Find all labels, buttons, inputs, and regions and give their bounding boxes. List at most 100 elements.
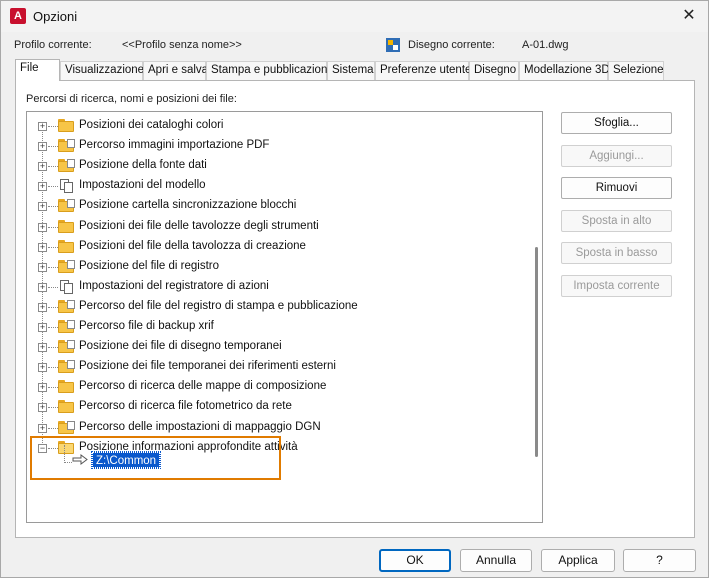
tree-item[interactable]: + Posizione della fonte dati [27, 156, 532, 176]
expand-icon[interactable]: + [38, 383, 47, 393]
current-drawing-value: A-01.dwg [522, 39, 569, 51]
tree-item[interactable]: + Posizioni dei file delle tavolozze degl… [27, 217, 532, 237]
expand-icon[interactable]: + [38, 403, 47, 413]
child-connector-tick [64, 462, 72, 463]
tree-connector [48, 246, 58, 248]
tree-item-label: Percorso di ricerca file fotometrico da … [79, 400, 292, 413]
tab-selezione[interactable]: Selezione [608, 61, 664, 80]
tree-connector [48, 286, 58, 288]
expand-icon[interactable]: + [38, 242, 47, 252]
tree-connector [48, 146, 58, 148]
apply-button[interactable]: Applica [541, 549, 615, 572]
folder-icon [58, 119, 74, 132]
folder-icon [58, 400, 74, 414]
tab-sistema[interactable]: Sistema [327, 61, 375, 80]
tree-connector [48, 347, 58, 349]
tree-item[interactable]: + Percorso di ricerca delle mappe di comp… [27, 377, 532, 397]
folder-icon [58, 380, 74, 394]
scrollbar-thumb[interactable] [535, 247, 538, 457]
folder-file-icon [58, 139, 75, 153]
expand-icon[interactable]: + [38, 302, 47, 312]
tree-item[interactable]: + Posizioni del file della tavolozza di c… [27, 237, 532, 257]
tab-modellazione-3d[interactable]: Modellazione 3D [519, 61, 610, 80]
add-button[interactable]: Aggiungi... [561, 145, 672, 167]
expand-icon[interactable]: + [38, 202, 47, 212]
tree-item-label: Impostazioni del registratore di azioni [79, 279, 269, 292]
cancel-button[interactable]: Annulla [460, 549, 532, 572]
close-button[interactable]: ✕ [678, 5, 700, 27]
drawing-file-icon [386, 38, 400, 52]
tree-item[interactable]: + Posizione cartella sincronizzazione blo… [27, 196, 532, 216]
folder-file-icon [58, 420, 75, 434]
tree-item[interactable]: + Percorso immagini importazione PDF [27, 136, 532, 156]
window-title: Opzioni [33, 9, 78, 24]
tree-item-label: Posizione dei file di disegno temporanei [79, 340, 282, 353]
expand-icon[interactable]: + [38, 222, 47, 232]
tree-connector [48, 327, 58, 328]
tree-item-label: Impostazioni del modello [79, 179, 206, 192]
folder-icon [58, 219, 74, 233]
move-up-button[interactable]: Sposta in alto [561, 210, 672, 232]
tab-preferenze-utente[interactable]: Preferenze utente [375, 61, 471, 80]
tree-item-label: Posizioni del file della tavolozza di cr… [79, 239, 306, 252]
expand-icon[interactable]: + [38, 182, 47, 192]
tab-visualizzazione[interactable]: Visualizzazione [60, 61, 144, 80]
tree-item[interactable]: + Posizioni dei cataloghi colori [27, 116, 532, 136]
tree-item-label: Posizioni dei file delle tavolozze degli… [79, 219, 319, 232]
autocad-app-icon: A [10, 8, 26, 24]
tree-item[interactable]: + Impostazioni del registratore di azioni [27, 277, 532, 297]
tree-connector [48, 266, 58, 268]
tree-scrollbar[interactable] [532, 112, 542, 522]
ok-button[interactable]: OK [379, 549, 451, 572]
tree-item-label: Posizione del file di registro [79, 259, 219, 272]
remove-button[interactable]: Rimuovi [561, 177, 672, 199]
tree-item[interactable]: + Percorso file di backup xrif [27, 317, 532, 337]
settings-icon [58, 279, 74, 295]
tree-connector [48, 206, 58, 208]
tree-item[interactable]: + Posizione dei file di disegno temporane… [27, 337, 532, 357]
move-down-button[interactable]: Sposta in basso [561, 242, 672, 264]
current-profile-value: <<Profilo senza nome>> [122, 39, 242, 51]
settings-icon [58, 178, 74, 194]
expand-icon[interactable]: + [38, 363, 47, 373]
tab-disegno[interactable]: Disegno [469, 61, 519, 80]
expand-icon[interactable]: + [38, 423, 47, 433]
tree-item[interactable]: + Percorso di ricerca file fotometrico da… [27, 397, 532, 417]
tree-item[interactable]: + Percorso del file del registro di stamp… [27, 297, 532, 317]
tab-stampa-e-pubblicazione[interactable]: Stampa e pubblicazione [206, 61, 334, 80]
tab-file[interactable]: File [15, 59, 60, 81]
child-connector-line [64, 445, 65, 463]
expand-icon[interactable]: + [38, 323, 47, 332]
folder-file-icon [58, 320, 75, 333]
tree-item-label: Posizioni dei cataloghi colori [79, 119, 224, 131]
profile-row: Profilo corrente: <<Profilo senza nome>>… [1, 32, 708, 58]
tree-connector [48, 186, 58, 188]
tab-apri-e-salva[interactable]: Apri e salva [143, 61, 208, 80]
expand-icon[interactable]: + [38, 122, 47, 131]
tree-item-label: Percorso del file del registro di stampa… [79, 299, 358, 312]
folder-file-icon [58, 159, 75, 173]
set-current-button[interactable]: Imposta corrente [561, 275, 672, 297]
current-drawing-label: Disegno corrente: [408, 39, 495, 51]
tree-item[interactable]: + Percorso delle impostazioni di mappaggi… [27, 418, 532, 438]
expand-icon[interactable]: + [38, 343, 47, 353]
tree-connector [48, 126, 58, 127]
tree-connector [48, 367, 58, 369]
path-arrow-icon [72, 454, 88, 465]
tree-item[interactable]: + Impostazioni del modello [27, 176, 532, 196]
browse-button[interactable]: Sfoglia... [561, 112, 672, 134]
tree-item-label: Percorso di ricerca delle mappe di compo… [79, 380, 327, 393]
expand-icon[interactable]: + [38, 262, 47, 272]
folder-icon [58, 239, 74, 253]
path-entry-z-common[interactable]: Z:\Common [90, 451, 162, 469]
help-button[interactable]: ? [623, 549, 696, 572]
tree-item-label: Percorso immagini importazione PDF [79, 139, 270, 152]
expand-icon[interactable]: + [38, 142, 47, 152]
tree-item-label: Percorso delle impostazioni di mappaggio… [79, 420, 321, 433]
expand-icon[interactable]: + [38, 162, 47, 172]
search-paths-label: Percorsi di ricerca, nomi e posizioni de… [26, 93, 237, 105]
folder-file-icon [58, 199, 75, 213]
tree-item[interactable]: + Posizione dei file temporanei dei rifer… [27, 357, 532, 377]
tree-item[interactable]: + Posizione del file di registro [27, 257, 532, 277]
expand-icon[interactable]: + [38, 282, 47, 292]
